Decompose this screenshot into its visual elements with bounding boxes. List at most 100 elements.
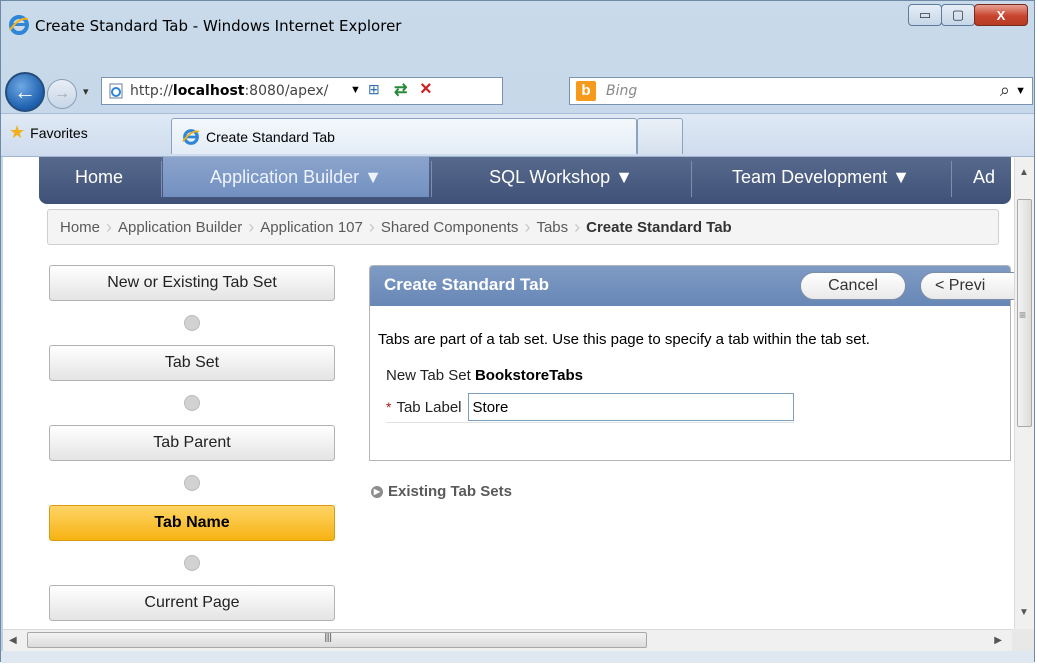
nav-tab-home[interactable]: Home xyxy=(39,157,159,197)
new-tab-set-row: New Tab Set BookstoreTabs xyxy=(386,367,583,384)
navigation-bar: ← → ▾ http://localhost:8080/apex/ ▼ ⊞ ⇄ … xyxy=(1,72,1034,113)
wizard-step-current: Tab Name xyxy=(49,505,335,541)
nav-divider xyxy=(161,161,162,197)
compatibility-view-icon[interactable]: ⊞ xyxy=(368,81,388,101)
expand-arrow-icon: ▶ xyxy=(371,485,383,498)
nav-tab-administration[interactable]: Ad xyxy=(953,157,1011,197)
breadcrumb-item[interactable]: Shared Components xyxy=(381,219,519,236)
dot-icon xyxy=(184,555,200,571)
scroll-right-icon[interactable]: ▶ xyxy=(994,635,1002,646)
arrow-right-icon: → xyxy=(54,85,70,102)
minimize-button[interactable]: ▭ xyxy=(908,4,942,26)
create-tab-region: Create Standard Tab Cancel < Previ Tabs … xyxy=(369,265,1034,461)
breadcrumb-item[interactable]: Home xyxy=(60,219,100,236)
chevron-right-icon: › xyxy=(574,216,581,237)
tab-label-input[interactable] xyxy=(467,393,794,421)
wizard-step: Tab Parent xyxy=(49,425,335,461)
browser-window: Create Standard Tab - Windows Internet E… xyxy=(0,0,1035,663)
scrollbar-corner xyxy=(1012,629,1034,651)
required-asterisk-icon: * xyxy=(386,399,392,415)
breadcrumb-item[interactable]: Application Builder xyxy=(118,219,242,236)
arrow-left-icon: ← xyxy=(14,79,36,104)
horizontal-scroll-thumb[interactable]: Ⅲ xyxy=(27,631,647,648)
wizard-step: Tab Set xyxy=(49,345,335,381)
address-bar[interactable]: http://localhost:8080/apex/ ▼ ⊞ ⇄ × xyxy=(101,77,503,105)
grip-icon: ≡ xyxy=(1019,308,1027,322)
nav-divider xyxy=(691,161,692,197)
search-placeholder: Bing xyxy=(606,83,638,99)
wizard-step: Current Page xyxy=(49,585,335,621)
breadcrumb-current: Create Standard Tab xyxy=(586,218,732,236)
new-tab-button[interactable] xyxy=(637,118,683,154)
region-title: Create Standard Tab xyxy=(384,275,550,294)
maximize-button[interactable]: ▢ xyxy=(941,4,975,26)
dot-icon xyxy=(184,475,200,491)
region-header: Create Standard Tab Cancel < Previ xyxy=(370,266,1034,306)
ie-logo-icon xyxy=(9,15,29,35)
wizard-progress: New or Existing Tab Set Tab Set Tab Pare… xyxy=(49,265,339,621)
title-bar: Create Standard Tab - Windows Internet E… xyxy=(1,1,1034,53)
dot-icon xyxy=(184,315,200,331)
url-prefix: http:// xyxy=(130,83,173,99)
existing-tab-sets-label: Existing Tab Sets xyxy=(388,483,512,500)
chevron-right-icon: › xyxy=(524,216,531,237)
favorites-tab-bar: ★ Favorites Create Standard Tab xyxy=(1,113,1034,157)
nav-tab-team-development[interactable]: Team Development ▼ xyxy=(693,157,949,197)
scroll-down-icon[interactable]: ▼ xyxy=(1019,607,1029,618)
star-icon: ★ xyxy=(9,122,26,142)
region-body: Tabs are part of a tab set. Use this pag… xyxy=(370,306,1010,460)
dot-icon xyxy=(184,395,200,411)
search-box[interactable]: b Bing ⌕ ▼ xyxy=(569,77,1033,105)
wizard-connector xyxy=(49,541,335,585)
back-button[interactable]: ← xyxy=(5,72,45,112)
wizard-connector xyxy=(49,461,335,505)
search-dropdown-icon[interactable]: ▼ xyxy=(1015,85,1026,97)
wizard-connector xyxy=(49,381,335,425)
page-icon xyxy=(109,83,123,99)
ie-logo-icon xyxy=(182,129,200,145)
close-button[interactable]: X xyxy=(974,4,1028,26)
window-controls: ▭ ▢ X xyxy=(908,4,1028,26)
url-host: localhost xyxy=(172,83,245,99)
apex-main-nav: Home Application Builder ▼ SQL Workshop … xyxy=(39,157,1011,204)
window-title: Create Standard Tab - Windows Internet E… xyxy=(35,17,402,35)
page-viewport: Home Application Builder ▼ SQL Workshop … xyxy=(3,157,1034,629)
existing-tab-sets-toggle[interactable]: ▶ Existing Tab Sets xyxy=(371,483,512,500)
tab-label-row: * Tab Label xyxy=(386,392,794,423)
new-tab-set-label: New Tab Set xyxy=(386,367,471,384)
vertical-scroll-thumb[interactable]: ≡ xyxy=(1017,199,1032,427)
forward-button[interactable]: → xyxy=(47,79,77,109)
nav-divider xyxy=(431,161,432,197)
bing-logo-icon: b xyxy=(576,81,596,101)
nav-divider xyxy=(951,161,952,197)
breadcrumb: Home › Application Builder › Application… xyxy=(47,209,999,245)
instruction-text: Tabs are part of a tab set. Use this pag… xyxy=(378,331,870,348)
favorites-label: Favorites xyxy=(30,124,88,141)
status-bar xyxy=(1,651,1034,663)
wizard-connector xyxy=(49,301,335,345)
refresh-icon[interactable]: ⇄ xyxy=(394,80,407,100)
wizard-step: New or Existing Tab Set xyxy=(49,265,335,301)
chevron-right-icon: › xyxy=(248,216,255,237)
favorites-button[interactable]: ★ Favorites xyxy=(9,122,88,143)
recent-pages-dropdown-icon[interactable]: ▾ xyxy=(83,85,89,98)
breadcrumb-item[interactable]: Application 107 xyxy=(260,219,363,236)
nav-tab-application-builder[interactable]: Application Builder ▼ xyxy=(163,157,429,197)
url-rest: :8080/apex/ xyxy=(244,83,329,99)
address-dropdown-icon[interactable]: ▼ xyxy=(350,84,361,96)
url-text[interactable]: http://localhost:8080/apex/ xyxy=(130,83,328,99)
cancel-button[interactable]: Cancel xyxy=(800,272,906,300)
new-tab-set-value: BookstoreTabs xyxy=(474,367,584,384)
chevron-right-icon: › xyxy=(106,216,113,237)
grip-icon: Ⅲ xyxy=(324,631,333,645)
scroll-up-icon[interactable]: ▲ xyxy=(1019,167,1029,178)
horizontal-scrollbar[interactable]: ◀ Ⅲ ▶ xyxy=(3,629,1012,651)
vertical-scrollbar[interactable]: ▲ ≡ ▼ xyxy=(1014,157,1034,629)
breadcrumb-item[interactable]: Tabs xyxy=(536,219,568,236)
stop-icon[interactable]: × xyxy=(420,78,432,101)
search-icon[interactable]: ⌕ xyxy=(1000,80,1010,101)
browser-tab-label: Create Standard Tab xyxy=(206,129,335,145)
browser-tab-active[interactable]: Create Standard Tab xyxy=(171,118,637,154)
scroll-left-icon[interactable]: ◀ xyxy=(9,635,17,646)
nav-tab-sql-workshop[interactable]: SQL Workshop ▼ xyxy=(433,157,689,197)
